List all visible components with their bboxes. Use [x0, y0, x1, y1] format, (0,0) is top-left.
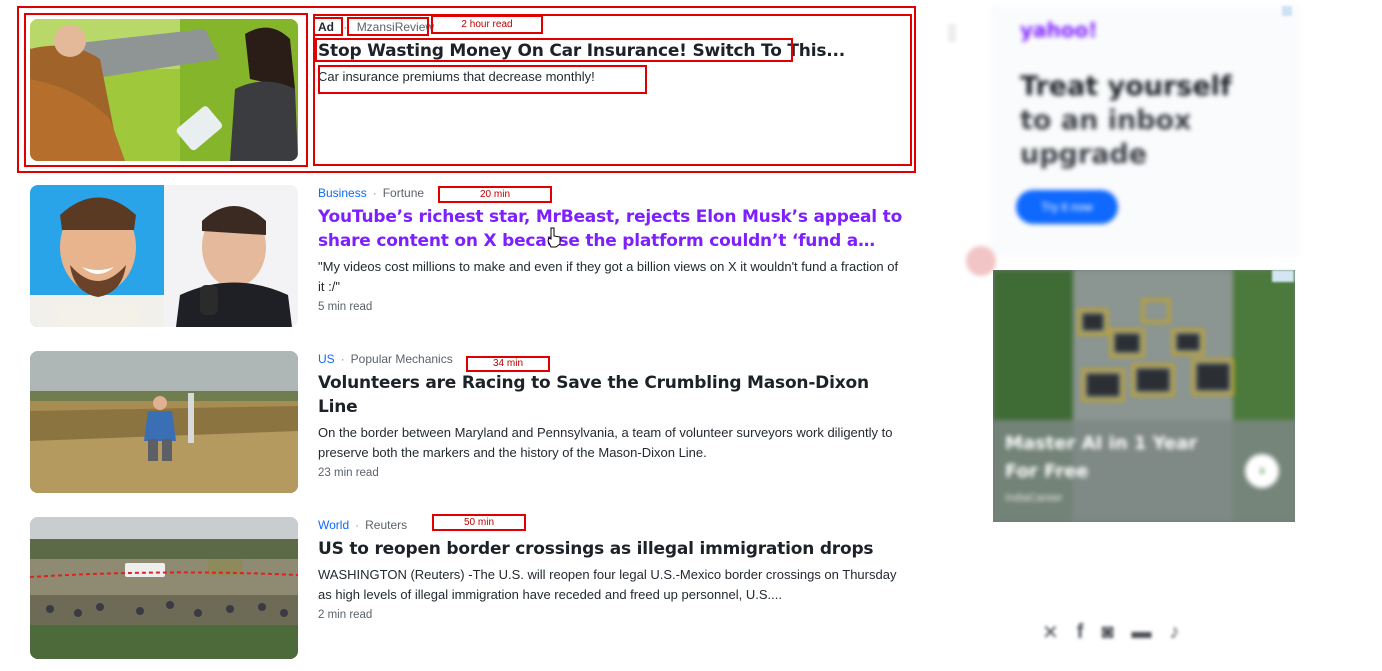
mouse-cursor-icon — [547, 227, 561, 248]
story-source: Fortune — [382, 186, 425, 200]
scroll-marker — [948, 24, 956, 42]
story-category[interactable]: Business — [318, 186, 367, 200]
story-meta: Business · Fortune — [318, 186, 425, 200]
annotation-box-ad-label — [313, 17, 343, 36]
inbox-promo-ad[interactable]: yahoo! Treat yourself to an inbox upgrad… — [990, 6, 1300, 256]
ad-choices-icon[interactable] — [1272, 270, 1294, 282]
mrbeast-musk-photo — [30, 185, 298, 327]
x-icon[interactable]: ✕ — [1042, 620, 1059, 645]
story-content: Business · Fortune YouTube’s richest star,… — [318, 185, 908, 313]
annotation-box-summary — [318, 65, 647, 94]
annotation-box-source — [347, 17, 429, 36]
annotation-box-title — [315, 38, 793, 62]
arrow-right-icon[interactable]: › — [1245, 454, 1279, 488]
news-story[interactable]: US · Popular Mechanics Volunteers are Raci… — [30, 351, 900, 493]
story-title[interactable]: YouTube’s richest star, MrBeast, rejects… — [318, 205, 908, 253]
story-summary: On the border between Maryland and Penns… — [318, 425, 893, 460]
story-thumbnail[interactable] — [30, 351, 298, 493]
promo-line-2: to an inbox — [1020, 105, 1192, 136]
story-summary: "My videos cost millions to make and eve… — [318, 259, 899, 294]
story-read-time: 2 min read — [318, 609, 373, 621]
story-summary: WASHINGTON (Reuters) -The U.S. will reop… — [318, 567, 897, 602]
story-meta: US · Popular Mechanics — [318, 352, 453, 366]
promo-line-1: Treat yourself — [1020, 71, 1232, 102]
story-source: Popular Mechanics — [350, 352, 453, 366]
story-title[interactable]: US to reopen border crossings as illegal… — [318, 537, 908, 561]
social-links: ✕ f ◙ ▬ ♪ — [1042, 620, 1180, 644]
ad-choices-icon[interactable] — [1282, 6, 1292, 16]
story-read-time: 5 min read — [318, 301, 373, 313]
mason-dixon-photo — [30, 351, 298, 493]
annotation-time-sponsored: 2 hour read — [461, 19, 513, 30]
story-source: Reuters — [365, 518, 408, 532]
story-meta: World · Reuters — [318, 518, 408, 532]
story-thumbnail[interactable] — [30, 185, 298, 327]
annotation-time-story-1: 20 min — [479, 189, 510, 200]
news-story[interactable]: World · Reuters US to reopen border crossi… — [30, 517, 900, 659]
promo-headline: Treat yourself to an inbox upgrade — [1020, 70, 1232, 172]
story-category[interactable]: US — [318, 352, 335, 366]
promo-line-3: upgrade — [1020, 139, 1148, 170]
story-content: US · Popular Mechanics Volunteers are Raci… — [318, 351, 908, 479]
story-category[interactable]: World — [318, 518, 349, 532]
story-content: World · Reuters US to reopen border crossi… — [318, 517, 908, 621]
youtube-icon[interactable]: ▬ — [1132, 621, 1152, 644]
instagram-icon[interactable]: ◙ — [1101, 621, 1113, 644]
photo-ad-caption[interactable]: Master AI in 1 Year For Free — [1005, 430, 1235, 486]
photo-ad-source: IndiaCareer — [1005, 492, 1063, 504]
annotation-time-story-3: 50 min — [463, 517, 494, 528]
yahoo-logo: yahoo! — [1020, 18, 1098, 42]
story-read-time: 23 min read — [318, 467, 379, 479]
annotation-time-story-2: 34 min — [492, 358, 523, 369]
story-thumbnail[interactable] — [30, 517, 298, 659]
promo-cta-button[interactable]: Try it now — [1016, 190, 1118, 224]
story-title[interactable]: Volunteers are Racing to Save the Crumbl… — [318, 371, 908, 419]
close-ad-icon[interactable] — [966, 246, 996, 276]
sponsored-photo-ad[interactable]: Master AI in 1 Year For Free IndiaCareer… — [993, 270, 1295, 522]
annotation-box-thumbnail — [24, 13, 308, 167]
news-story[interactable]: Business · Fortune YouTube’s richest star,… — [30, 185, 902, 327]
tiktok-icon[interactable]: ♪ — [1170, 621, 1180, 644]
border-crossing-photo — [30, 517, 298, 659]
facebook-icon[interactable]: f — [1077, 621, 1084, 644]
